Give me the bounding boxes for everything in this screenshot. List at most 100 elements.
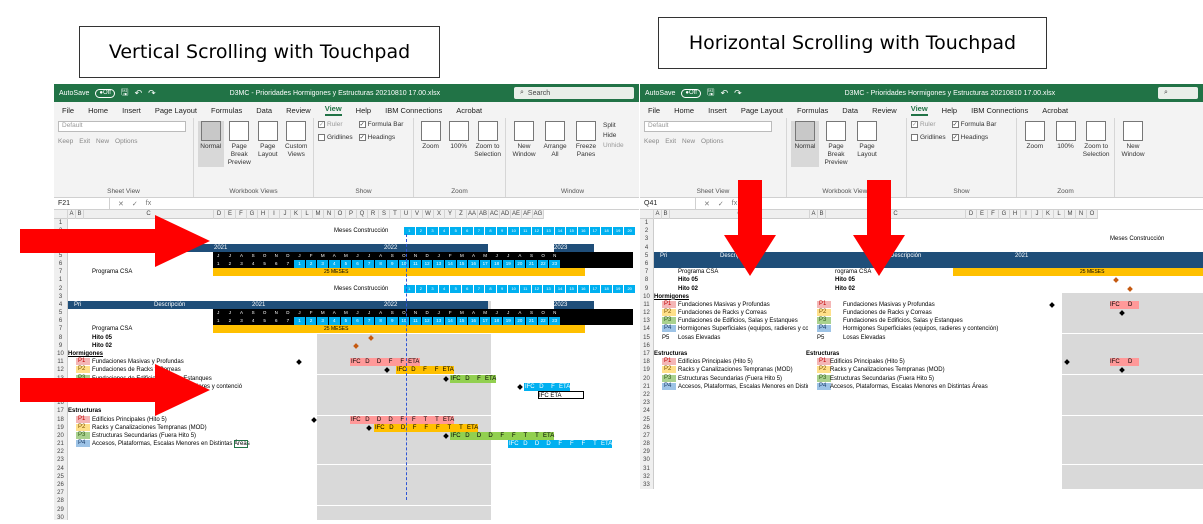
column-header-O[interactable]: O: [1087, 210, 1098, 219]
column-header-corner[interactable]: [640, 210, 654, 219]
tab-data[interactable]: Data: [256, 106, 272, 115]
row-number[interactable]: 7: [640, 268, 654, 277]
column-header-E[interactable]: E: [977, 210, 988, 219]
hide-button[interactable]: Hide: [603, 131, 624, 141]
formula-bar-checkbox[interactable]: ✓ Formula Bar: [358, 121, 403, 128]
row-number[interactable]: 22: [54, 448, 68, 457]
row-number[interactable]: 27: [54, 489, 68, 498]
row-number[interactable]: 12: [640, 309, 654, 318]
column-header-B[interactable]: B: [662, 210, 670, 219]
column-header-Z[interactable]: Z: [456, 210, 467, 219]
row-number[interactable]: 7: [54, 325, 68, 334]
column-header-X[interactable]: X: [434, 210, 445, 219]
column-header-Q[interactable]: Q: [357, 210, 368, 219]
exit-button[interactable]: Exit: [665, 138, 676, 145]
column-header-H[interactable]: H: [1010, 210, 1021, 219]
row-number[interactable]: 9: [640, 284, 654, 293]
row-number[interactable]: 9: [54, 341, 68, 350]
new-button[interactable]: New: [96, 138, 109, 145]
zoom-button[interactable]: Zoom: [1021, 121, 1049, 159]
sheet-view-dropdown[interactable]: Default: [58, 121, 186, 132]
column-header-AB[interactable]: AB: [478, 210, 489, 219]
zoom-selection-button[interactable]: Zoom to Selection: [1082, 121, 1110, 159]
row-number[interactable]: 10: [640, 292, 654, 301]
redo-icon[interactable]: ↷: [734, 88, 742, 99]
tab-page-layout[interactable]: Page Layout: [741, 106, 783, 115]
column-header-T[interactable]: T: [390, 210, 401, 219]
search-box[interactable]: ⌕ Search: [514, 87, 634, 99]
row-number[interactable]: 16: [640, 341, 654, 350]
row-number[interactable]: 24: [54, 464, 68, 473]
row-number[interactable]: 26: [54, 481, 68, 490]
column-header-H[interactable]: H: [258, 210, 269, 219]
normal-view-button[interactable]: Normal: [198, 121, 224, 167]
cancel-icon[interactable]: ✕: [118, 200, 124, 208]
page-break-button[interactable]: Page Break Preview: [227, 121, 253, 167]
column-header-G[interactable]: G: [999, 210, 1010, 219]
row-number[interactable]: 21: [640, 382, 654, 391]
column-header-N[interactable]: N: [324, 210, 335, 219]
row-number[interactable]: 17: [640, 350, 654, 359]
exit-button[interactable]: Exit: [79, 138, 90, 145]
row-number[interactable]: 31: [640, 464, 654, 473]
column-header-F[interactable]: F: [988, 210, 999, 219]
row-number[interactable]: 27: [640, 431, 654, 441]
arrange-all-button[interactable]: Arrange All: [541, 121, 569, 159]
freeze-panes-button[interactable]: Freeze Panes: [572, 121, 600, 159]
tab-insert[interactable]: Insert: [122, 106, 141, 115]
tab-data[interactable]: Data: [842, 106, 858, 115]
row-number[interactable]: 3: [640, 235, 654, 244]
column-header-I[interactable]: I: [1021, 210, 1032, 219]
keep-button[interactable]: Keep: [58, 138, 73, 145]
new-button[interactable]: New: [682, 138, 695, 145]
name-box[interactable]: Q41: [640, 197, 696, 210]
column-header-V[interactable]: V: [412, 210, 423, 219]
column-header-S[interactable]: S: [379, 210, 390, 219]
tab-file[interactable]: File: [62, 106, 74, 115]
column-header-W[interactable]: W: [423, 210, 434, 219]
row-number[interactable]: 33: [640, 481, 654, 490]
save-icon[interactable]: 🖫: [707, 85, 715, 101]
tab-ibm-connections[interactable]: IBM Connections: [385, 106, 442, 115]
row-number[interactable]: 32: [640, 472, 654, 481]
row-number[interactable]: 11: [640, 300, 654, 310]
row-number[interactable]: 4: [640, 243, 654, 252]
row-number[interactable]: 19: [54, 423, 68, 432]
tab-home[interactable]: Home: [674, 106, 694, 115]
tab-file[interactable]: File: [648, 106, 660, 115]
column-header-J[interactable]: J: [1032, 210, 1043, 219]
zoom-100-button[interactable]: 100%: [446, 121, 471, 159]
column-header-L[interactable]: L: [1054, 210, 1065, 219]
zoom-100-button[interactable]: 100%: [1052, 121, 1080, 159]
row-number[interactable]: 29: [640, 448, 654, 457]
column-header-AG[interactable]: AG: [533, 210, 544, 219]
column-header-AD[interactable]: AD: [500, 210, 511, 219]
column-header-E[interactable]: E: [225, 210, 236, 219]
undo-icon[interactable]: ↶: [721, 88, 729, 99]
new-window-button[interactable]: New Window: [1119, 121, 1147, 159]
autosave-toggle[interactable]: ● Off: [681, 88, 701, 98]
row-number[interactable]: 20: [640, 374, 654, 383]
column-header-AC[interactable]: AC: [489, 210, 500, 219]
tab-acrobat[interactable]: Acrobat: [1042, 106, 1068, 115]
row-number[interactable]: 13: [640, 317, 654, 326]
column-header-L[interactable]: L: [302, 210, 313, 219]
row-number[interactable]: 6: [640, 259, 654, 269]
options-button[interactable]: Options: [701, 138, 723, 145]
column-header-O[interactable]: O: [335, 210, 346, 219]
tab-formulas[interactable]: Formulas: [797, 106, 828, 115]
row-number[interactable]: 4: [54, 300, 68, 310]
row-number[interactable]: 2: [54, 284, 68, 293]
enter-icon[interactable]: ✓: [132, 200, 138, 208]
column-header-P[interactable]: P: [346, 210, 357, 219]
row-number[interactable]: 28: [640, 440, 654, 449]
save-icon[interactable]: 🖫: [121, 85, 129, 101]
column-header-M[interactable]: M: [313, 210, 324, 219]
row-number[interactable]: 1: [54, 276, 68, 285]
row-number[interactable]: 25: [54, 472, 68, 481]
undo-icon[interactable]: ↶: [135, 88, 143, 99]
column-header-AA[interactable]: AA: [467, 210, 478, 219]
row-number[interactable]: 1: [640, 219, 654, 228]
page-break-button[interactable]: Page Break Preview: [822, 121, 850, 167]
column-header-G[interactable]: G: [247, 210, 258, 219]
